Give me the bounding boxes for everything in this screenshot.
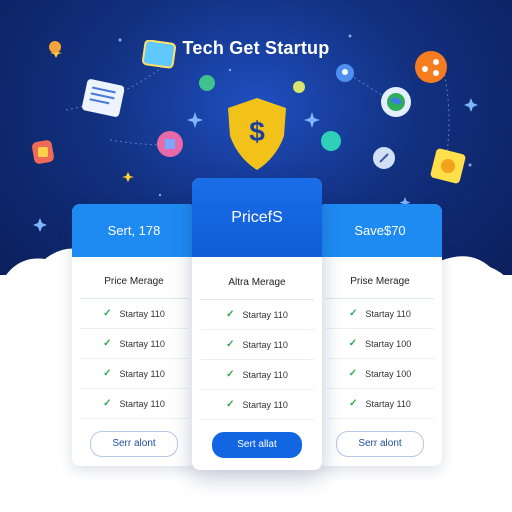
pricing-card-featured: PricefS Altra Merage ✓ Startay 110 ✓ Start… (192, 178, 322, 470)
pink-circle-icon (156, 130, 184, 163)
feature-item: ✓ Startay 110 (200, 390, 314, 420)
check-icon: ✓ (103, 368, 112, 379)
feature-item: ✓ Startay 100 (326, 359, 434, 389)
plan-subtitle: Price Merage (80, 276, 188, 299)
check-icon: ✓ (226, 369, 235, 380)
check-icon: ✓ (103, 398, 112, 409)
start-button[interactable]: Serr alont (90, 431, 178, 457)
plan-subtitle: Altra Merage (200, 277, 314, 300)
plan-subtitle: Prise Merage (326, 276, 434, 299)
plan-header: Sert, 178 (72, 204, 196, 257)
start-button[interactable]: Sert allat (212, 432, 302, 458)
feature-item: ✓ Startay 110 (326, 389, 434, 419)
pricing-card-right: Save$70 Prise Merage ✓ Startay 110 ✓ Start… (318, 204, 442, 466)
teal-circle-icon (320, 130, 342, 157)
page-title: Tech Get Startup (182, 38, 330, 58)
check-icon: ✓ (349, 308, 358, 319)
check-icon: ✓ (226, 399, 235, 410)
feature-item: ✓ Startay 110 (80, 359, 188, 389)
pen-icon (372, 146, 396, 175)
pricing-card-left: Sert, 178 Price Merage ✓ Startay 110 ✓ Sta… (72, 204, 196, 466)
check-icon: ✓ (103, 338, 112, 349)
photo-icon (430, 148, 466, 189)
feature-item: ✓ Startay 110 (200, 360, 314, 390)
feature-item: ✓ Startay 110 (326, 299, 434, 329)
feature-item: ✓ Startay 110 (200, 330, 314, 360)
feature-item: ✓ Startay 110 (200, 300, 314, 330)
svg-text:$: $ (249, 116, 265, 147)
globe-icon (380, 86, 412, 123)
plan-header: Save$70 (318, 204, 442, 257)
check-icon: ✓ (226, 339, 235, 350)
shield-dollar-icon: $ (228, 98, 286, 170)
plan-header: PricefS (192, 178, 322, 257)
check-icon: ✓ (103, 308, 112, 319)
tag-icon (30, 138, 56, 171)
feature-item: ✓ Startay 110 (80, 389, 188, 419)
leaf-icon (198, 74, 216, 97)
start-button[interactable]: Serr alont (336, 431, 424, 457)
check-icon: ✓ (349, 398, 358, 409)
check-icon: ✓ (348, 368, 358, 379)
feature-item: ✓ Startay 110 (80, 329, 188, 359)
document-icon (82, 78, 125, 125)
check-icon: ✓ (348, 338, 358, 349)
check-icon: ✓ (226, 309, 235, 320)
location-pin-icon (335, 63, 355, 88)
feature-item: ✓ Startay 110 (80, 299, 188, 329)
feature-item: ✓ Startay 100 (326, 329, 434, 359)
dot-icon (292, 80, 306, 99)
